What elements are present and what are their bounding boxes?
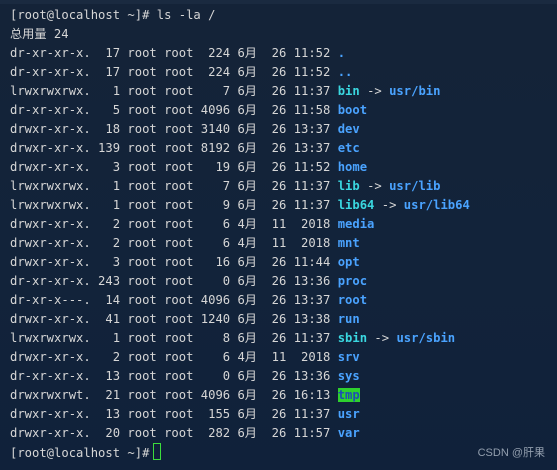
entry-name: opt [337,255,360,269]
entry-name: srv [337,350,360,364]
entry-meta: dr-xr-xr-x. 13 root root 0 6月 26 13:36 [10,369,338,383]
entry-meta: dr-xr-xr-x. 243 root root 0 6月 26 13:36 [10,274,338,288]
listing-row: drwxr-xr-x. 13 root root 155 6月 26 11:37… [10,405,557,424]
entry-meta: lrwxrwxrwx. 1 root root 8 6月 26 11:37 [10,331,338,345]
entry-meta: dr-xr-x---. 14 root root 4096 6月 26 13:3… [10,293,338,307]
entry-name: boot [337,103,368,117]
entry-name: home [337,160,368,174]
entry-name: mnt [337,236,360,250]
entry-name: etc [337,141,360,155]
prompt-line[interactable]: [root@localhost ~]# [10,443,557,462]
listing-row: drwxr-xr-x. 41 root root 1240 6月 26 13:3… [10,310,557,329]
entry-meta: dr-xr-xr-x. 17 root root 224 6月 26 11:52 [10,65,338,79]
entry-name: bin [337,84,360,98]
entry-meta: dr-xr-xr-x. 17 root root 224 6月 26 11:52 [10,46,338,60]
listing-row: dr-xr-xr-x. 243 root root 0 6月 26 13:36 … [10,272,557,291]
terminal-output: [root@localhost ~]# ls -la / 总用量 24 dr-x… [10,6,557,462]
symlink-target: usr/lib [389,179,441,193]
entry-meta: drwxr-xr-x. 2 root root 6 4月 11 2018 [10,350,338,364]
prompt-text: [root@localhost ~]# [10,446,150,460]
listing-row: lrwxrwxrwx. 1 root root 7 6月 26 11:37 li… [10,177,557,196]
command-line: [root@localhost ~]# ls -la / [10,8,216,22]
listing-row: drwxrwxrwt. 21 root root 4096 6月 26 16:1… [10,386,557,405]
entry-name: sys [337,369,360,383]
entry-meta: drwxr-xr-x. 2 root root 6 4月 11 2018 [10,236,338,250]
symlink-arrow: -> [381,198,397,212]
entry-meta: drwxr-xr-x. 3 root root 19 6月 26 11:52 [10,160,338,174]
entry-name: proc [337,274,368,288]
entry-meta: drwxrwxrwt. 21 root root 4096 6月 26 16:1… [10,388,338,402]
listing-row: drwxr-xr-x. 20 root root 282 6月 26 11:57… [10,424,557,443]
entry-meta: dr-xr-xr-x. 5 root root 4096 6月 26 11:58 [10,103,338,117]
listing-row: drwxr-xr-x. 2 root root 6 4月 11 2018 med… [10,215,557,234]
terminal-window[interactable]: [root@localhost ~]# ls -la / 总用量 24 dr-x… [0,0,557,470]
listing-row: lrwxrwxrwx. 1 root root 7 6月 26 11:37 bi… [10,82,557,101]
symlink-arrow: -> [367,179,382,193]
entry-meta: drwxr-xr-x. 18 root root 3140 6月 26 13:3… [10,122,338,136]
entry-name: tmp [337,388,360,402]
cursor-icon [153,443,162,460]
listing-row: drwxr-xr-x. 3 root root 16 6月 26 11:44 o… [10,253,557,272]
listing: dr-xr-xr-x. 17 root root 224 6月 26 11:52… [10,44,557,443]
entry-meta: lrwxrwxrwx. 1 root root 9 6月 26 11:37 [10,198,338,212]
entry-name: lib [337,179,360,193]
listing-row: drwxr-xr-x. 2 root root 6 4月 11 2018 mnt [10,234,557,253]
entry-name: sbin [337,331,368,345]
symlink-arrow: -> [374,331,390,345]
entry-name: var [337,426,360,440]
listing-row: dr-xr-xr-x. 5 root root 4096 6月 26 11:58… [10,101,557,120]
entry-meta: drwxr-xr-x. 139 root root 8192 6月 26 13:… [10,141,338,155]
symlink-target: usr/bin [389,84,441,98]
entry-meta: lrwxrwxrwx. 1 root root 7 6月 26 11:37 [10,179,338,193]
entry-meta: drwxr-xr-x. 2 root root 6 4月 11 2018 [10,217,338,231]
watermark: CSDN @肝果 [477,447,545,459]
listing-row: dr-xr-x---. 14 root root 4096 6月 26 13:3… [10,291,557,310]
symlink-target: usr/sbin [396,331,456,345]
total-line: 总用量 24 [10,27,69,41]
entry-name: lib64 [337,198,375,212]
entry-name: usr [337,407,360,421]
entry-meta: drwxr-xr-x. 41 root root 1240 6月 26 13:3… [10,312,338,326]
entry-name: run [337,312,360,326]
entry-name: root [337,293,368,307]
listing-row: drwxr-xr-x. 3 root root 19 6月 26 11:52 h… [10,158,557,177]
entry-meta: drwxr-xr-x. 20 root root 282 6月 26 11:57 [10,426,338,440]
listing-row: drwxr-xr-x. 2 root root 6 4月 11 2018 srv [10,348,557,367]
entry-name: . [337,46,346,60]
listing-row: dr-xr-xr-x. 17 root root 224 6月 26 11:52… [10,63,557,82]
entry-name: media [337,217,375,231]
symlink-target: usr/lib64 [403,198,470,212]
entry-name: .. [337,65,353,79]
listing-row: dr-xr-xr-x. 17 root root 224 6月 26 11:52… [10,44,557,63]
listing-row: dr-xr-xr-x. 13 root root 0 6月 26 13:36 s… [10,367,557,386]
entry-meta: drwxr-xr-x. 13 root root 155 6月 26 11:37 [10,407,338,421]
listing-row: drwxr-xr-x. 18 root root 3140 6月 26 13:3… [10,120,557,139]
entry-name: dev [337,122,360,136]
entry-meta: lrwxrwxrwx. 1 root root 7 6月 26 11:37 [10,84,338,98]
symlink-arrow: -> [367,84,382,98]
listing-row: lrwxrwxrwx. 1 root root 9 6月 26 11:37 li… [10,196,557,215]
terminal-top-edge [0,0,557,4]
entry-meta: drwxr-xr-x. 3 root root 16 6月 26 11:44 [10,255,338,269]
listing-row: lrwxrwxrwx. 1 root root 8 6月 26 11:37 sb… [10,329,557,348]
listing-row: drwxr-xr-x. 139 root root 8192 6月 26 13:… [10,139,557,158]
